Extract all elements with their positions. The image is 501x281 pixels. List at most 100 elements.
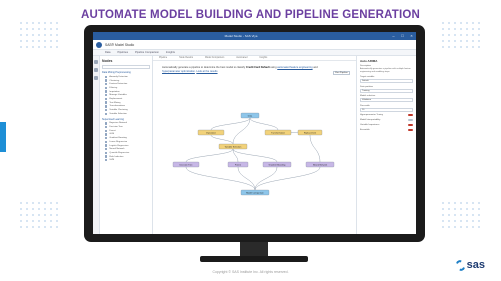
node-search-input[interactable] bbox=[102, 65, 150, 69]
left-accent-bar bbox=[0, 122, 6, 152]
pipeline-node[interactable]: Forest bbox=[227, 161, 249, 168]
property-label: Model selection bbox=[360, 95, 376, 98]
node-list-label: Manage Variables bbox=[109, 94, 127, 97]
node-type-icon bbox=[105, 97, 108, 101]
close-icon[interactable]: × bbox=[407, 32, 416, 40]
node-type-icon bbox=[105, 159, 108, 162]
pipeline-flow-diagram: Data Imputation Transformation Replacement V… bbox=[172, 112, 335, 196]
node-type-icon bbox=[105, 101, 108, 104]
node-type-icon bbox=[105, 133, 108, 136]
node-type-icon bbox=[105, 122, 108, 125]
settings-icon[interactable] bbox=[94, 76, 98, 80]
node-list-item[interactable]: Variable Selection bbox=[102, 112, 150, 116]
toggle-label: Variable Importance bbox=[360, 123, 380, 126]
app-logo-icon[interactable] bbox=[96, 41, 102, 48]
copyright-text: Copyright © SAS Institute Inc. All right… bbox=[212, 270, 289, 274]
node-list-label: SVM bbox=[109, 159, 115, 162]
node-type-icon bbox=[105, 148, 108, 151]
nodes-icon[interactable] bbox=[94, 60, 98, 64]
nodes-panel-title: Nodes bbox=[102, 59, 113, 63]
property-field[interactable]: Training bbox=[360, 88, 413, 93]
pipeline-node[interactable]: Data bbox=[240, 112, 260, 119]
node-list-item[interactable]: SVM bbox=[102, 158, 150, 162]
property-toggle-row: Variable Importance bbox=[360, 123, 413, 127]
data-icon[interactable] bbox=[94, 68, 98, 72]
pipeline-connector bbox=[185, 166, 256, 191]
sas-logo-text: sas bbox=[466, 259, 485, 271]
nodes-panel: Nodes Data Mining Preprocessing Anomaly D… bbox=[100, 56, 153, 234]
node-group-title[interactable]: Supervised Learning bbox=[102, 118, 150, 121]
pipeline-connector bbox=[210, 117, 251, 131]
tab-pipeline-comparison[interactable]: Pipeline Comparison bbox=[135, 51, 159, 54]
monitor-screen: Model Studio - SAS Viya – □ × SAS® Model… bbox=[93, 32, 416, 234]
pipeline-node[interactable]: Gradient Boosting bbox=[262, 161, 292, 168]
node-type-icon bbox=[105, 75, 108, 79]
property-label: Percentile bbox=[360, 104, 370, 107]
node-list-label: Forest bbox=[109, 129, 116, 132]
tab-pipelines[interactable]: Pipelines bbox=[117, 51, 128, 54]
node-list-label: Variable Selection bbox=[109, 112, 127, 115]
node-list-label: Neural Network bbox=[109, 148, 125, 151]
node-list-label: Logistic Regression bbox=[109, 144, 129, 147]
pipeline-node-label: Forest bbox=[235, 163, 241, 166]
node-list-label: Gradient Boosting bbox=[109, 137, 127, 140]
pipeline-node[interactable]: Variable Selection bbox=[218, 143, 248, 150]
pipeline-node-label: Replacement bbox=[304, 131, 317, 134]
decorative-dots bbox=[18, 200, 58, 230]
toggle-label: Hyperparameter Tuning bbox=[360, 114, 383, 117]
properties-sections: Description Automatically generates a pip… bbox=[360, 65, 413, 112]
pipeline-connector bbox=[254, 166, 321, 191]
pipeline-node-label: Neural Network bbox=[313, 163, 328, 166]
node-type-icon bbox=[105, 140, 108, 144]
node-type-icon bbox=[105, 125, 108, 129]
pipeline-connector bbox=[210, 134, 234, 145]
pipeline-node[interactable]: Transformation bbox=[264, 129, 292, 136]
node-list-label: Clustering bbox=[109, 79, 120, 82]
slide-headline: AUTOMATE MODEL BUILDING AND PIPELINE GEN… bbox=[80, 9, 421, 21]
pipeline-node[interactable]: Model Comparison bbox=[240, 189, 270, 196]
monitor-base bbox=[200, 256, 308, 262]
node-list-label: Anomaly Detection bbox=[109, 75, 128, 78]
property-field[interactable]: Validation bbox=[360, 98, 413, 103]
toggle-switch[interactable] bbox=[408, 128, 413, 132]
node-type-icon bbox=[105, 144, 108, 147]
pipeline-node[interactable]: Neural Network bbox=[305, 161, 335, 168]
maximize-icon[interactable]: □ bbox=[398, 32, 407, 40]
toggle-switch[interactable] bbox=[408, 123, 413, 127]
property-field[interactable]: Default bbox=[360, 79, 413, 84]
decorative-dots bbox=[440, 20, 480, 50]
node-list-label: Filtering bbox=[109, 86, 118, 89]
pipeline-connector bbox=[232, 148, 278, 163]
node-type-icon bbox=[105, 86, 108, 90]
node-list-label: Transformations bbox=[109, 105, 126, 108]
node-type-icon bbox=[105, 151, 108, 155]
node-type-icon bbox=[105, 105, 108, 108]
pipeline-connector bbox=[309, 134, 321, 163]
left-rail bbox=[93, 56, 100, 234]
pipeline-node-label: Variable Selection bbox=[225, 145, 242, 148]
window-titlebar: Model Studio - SAS Viya – □ × bbox=[93, 32, 416, 40]
toggle-switch[interactable] bbox=[408, 118, 413, 122]
toggle-switch[interactable] bbox=[408, 113, 413, 117]
pipeline-node[interactable]: Decision Tree bbox=[172, 161, 200, 168]
pipeline-node-label: Gradient Boosting bbox=[269, 163, 286, 166]
property-toggle-row: Ensemble bbox=[360, 128, 413, 132]
slide: AUTOMATE MODEL BUILDING AND PIPELINE GEN… bbox=[0, 0, 501, 281]
node-group-title[interactable]: Data Mining Preprocessing bbox=[102, 71, 150, 74]
node-type-icon bbox=[105, 112, 108, 115]
pipeline-node-label: Imputation bbox=[206, 131, 217, 134]
tab-data[interactable]: Data bbox=[105, 51, 110, 54]
app-name: SAS® Model Studio bbox=[105, 42, 135, 47]
tab-insights[interactable]: Insights bbox=[166, 51, 175, 54]
pipeline-node[interactable]: Imputation bbox=[197, 129, 225, 136]
toggle-label: Model Interpretability bbox=[360, 119, 381, 122]
toggle-label: Ensemble bbox=[360, 128, 370, 131]
minimize-icon[interactable]: – bbox=[389, 32, 398, 40]
node-type-icon bbox=[105, 90, 108, 93]
property-field[interactable]: 10 bbox=[360, 107, 413, 112]
node-type-icon bbox=[105, 79, 108, 82]
properties-toggles: Hyperparameter Tuning Model Interpretabil… bbox=[360, 113, 413, 132]
sas-logo: sas bbox=[453, 258, 485, 272]
node-list-label: Imputation bbox=[109, 90, 120, 93]
pipeline-node[interactable]: Replacement bbox=[297, 129, 323, 136]
